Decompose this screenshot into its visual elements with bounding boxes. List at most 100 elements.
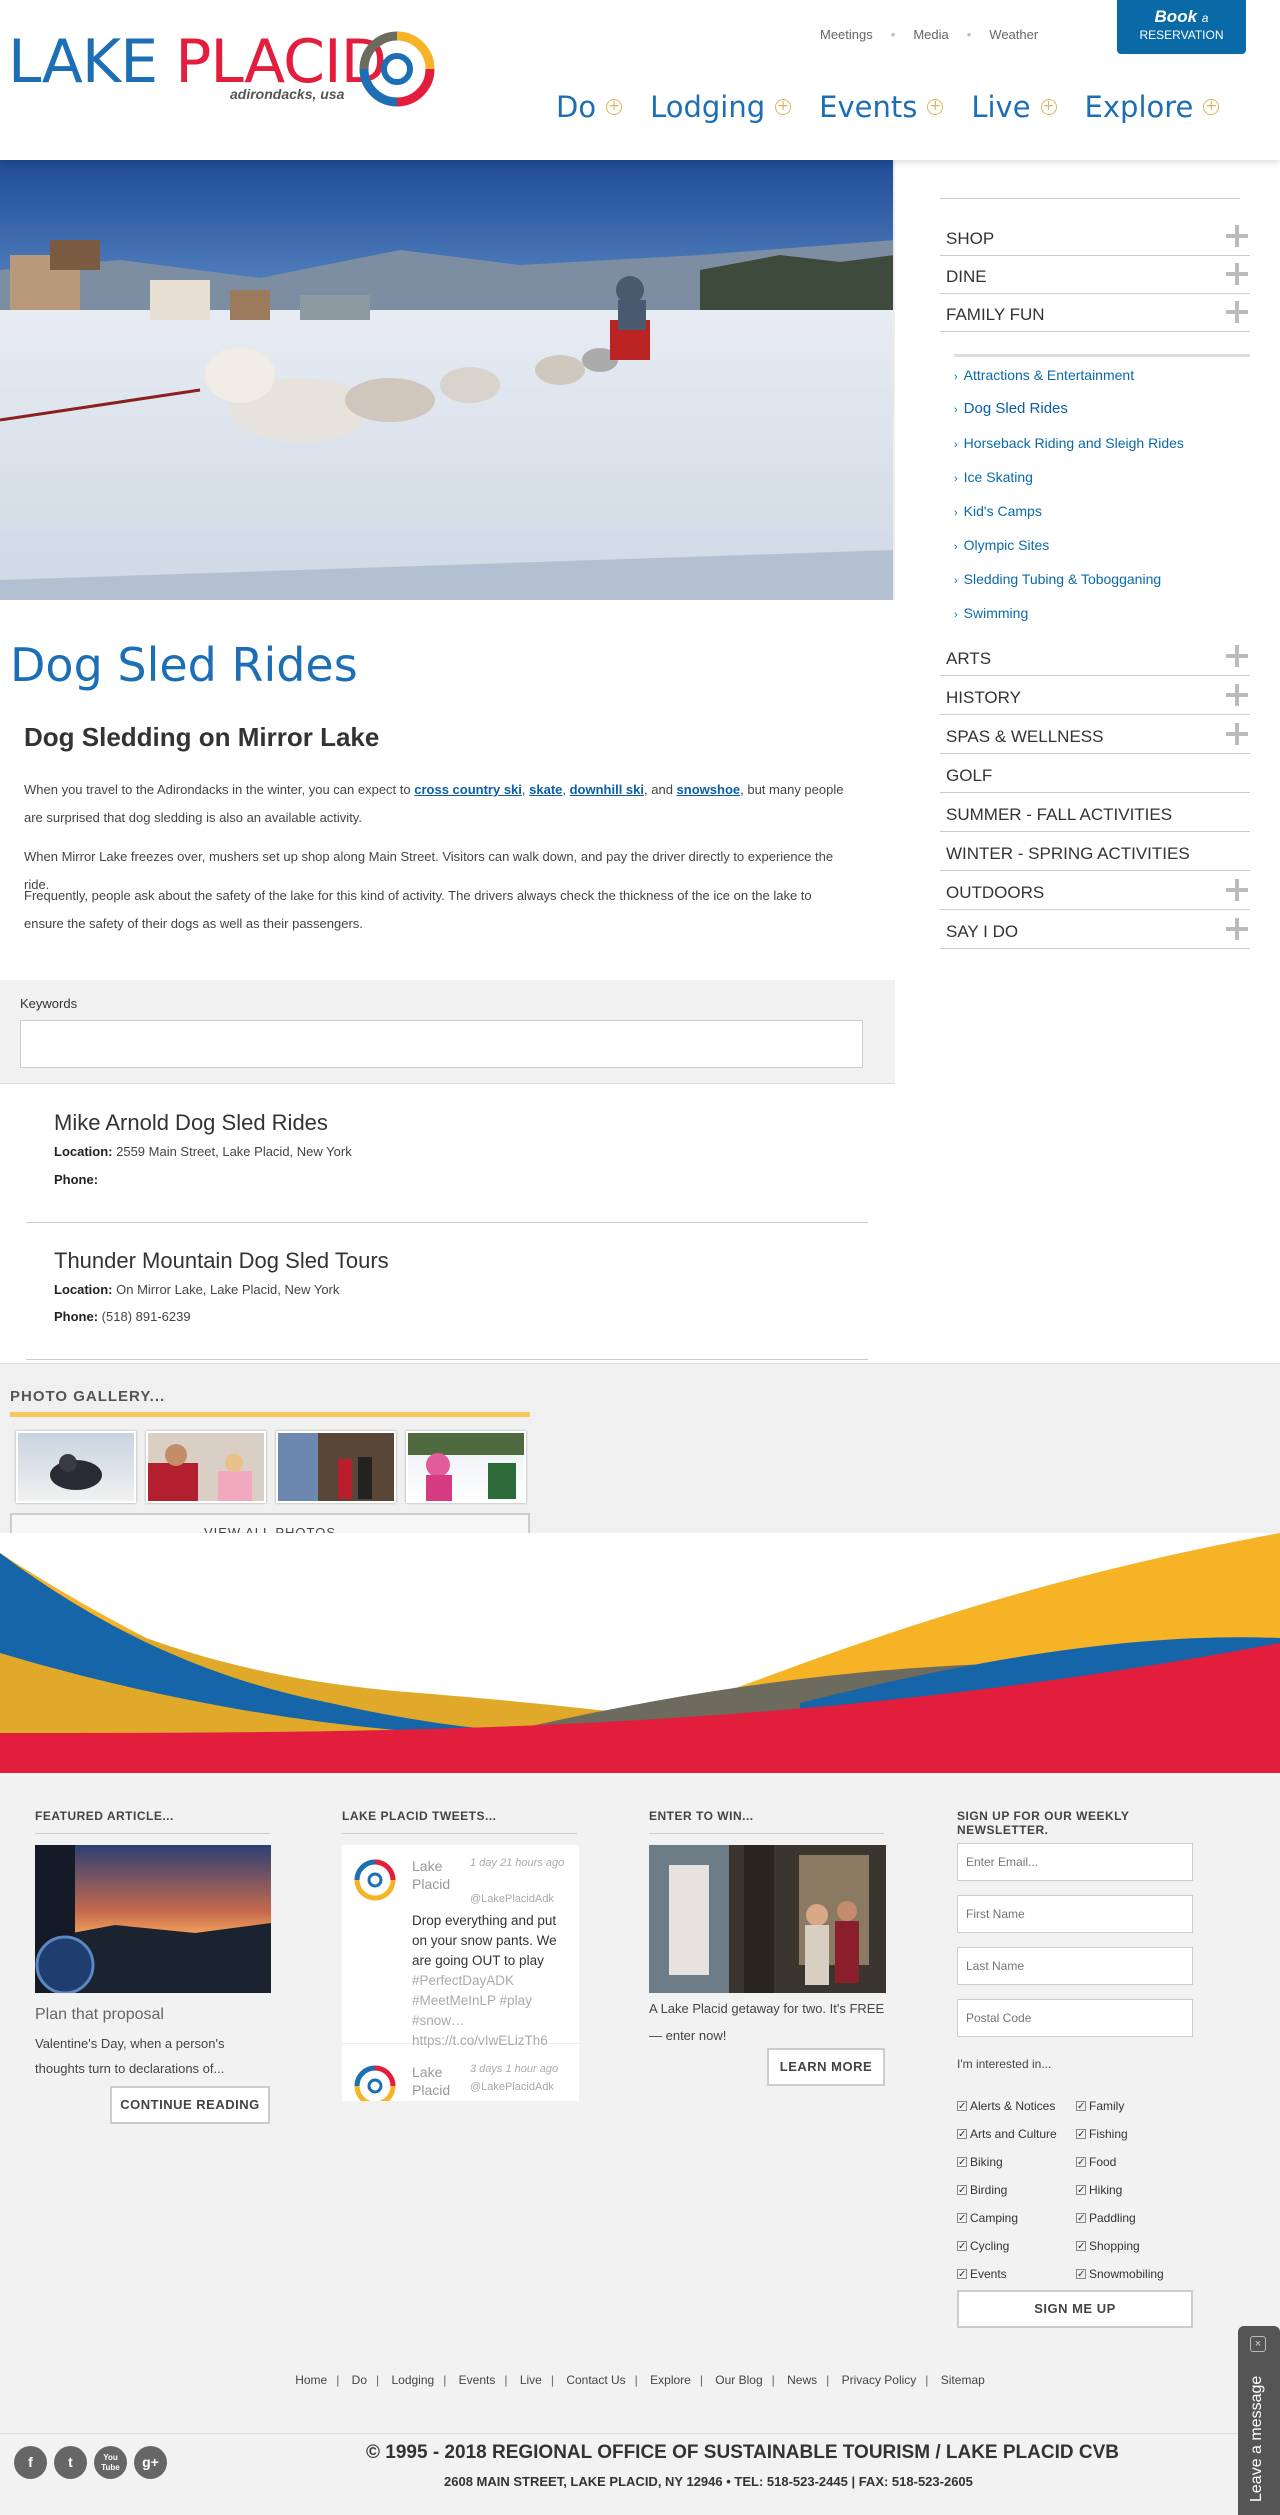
- newsletter-first-name-input[interactable]: [957, 1895, 1193, 1933]
- tweet-author[interactable]: Lake Placid: [412, 2063, 462, 2099]
- continue-reading-button[interactable]: CONTINUE READING: [110, 2086, 270, 2124]
- plus-icon[interactable]: [1226, 263, 1248, 285]
- sidebar-item-summer-fall[interactable]: SUMMER - FALL ACTIVITIES: [940, 794, 1250, 832]
- plus-icon[interactable]: [1226, 684, 1248, 706]
- keyword-input[interactable]: [20, 1020, 863, 1068]
- checkbox-icon[interactable]: ✓: [957, 2213, 967, 2224]
- checkbox-arts[interactable]: ✓ Arts and Culture: [957, 2127, 1057, 2141]
- gallery-thumb[interactable]: [276, 1431, 396, 1503]
- gallery-thumb[interactable]: [16, 1431, 136, 1503]
- plus-icon[interactable]: [1226, 225, 1248, 247]
- checkbox-hiking[interactable]: ✓ Hiking: [1076, 2183, 1122, 2197]
- submenu-dog-sled-rides[interactable]: › Dog Sled Rides: [954, 400, 1068, 417]
- link-downhill-ski[interactable]: downhill ski: [570, 782, 644, 797]
- checkbox-fishing[interactable]: ✓ Fishing: [1076, 2127, 1128, 2141]
- sidebar-item-say-i-do[interactable]: SAY I DO: [940, 911, 1250, 949]
- checkbox-icon[interactable]: ✓: [957, 2241, 967, 2252]
- featured-article-title[interactable]: Plan that proposal: [35, 2006, 164, 2024]
- checkbox-icon[interactable]: ✓: [1076, 2241, 1086, 2252]
- checkbox-icon[interactable]: ✓: [957, 2157, 967, 2168]
- submenu-olympic-sites[interactable]: › Olympic Sites: [954, 537, 1049, 553]
- checkbox-snowmobiling[interactable]: ✓ Snowmobiling: [1076, 2267, 1164, 2281]
- facebook-icon[interactable]: f: [14, 2446, 47, 2479]
- tweet-time[interactable]: 1 day 21 hours ago: [470, 1857, 564, 1869]
- footer-link-live[interactable]: Live: [520, 2373, 542, 2387]
- sign-me-up-button[interactable]: SIGN ME UP: [957, 2290, 1193, 2328]
- win-image[interactable]: [649, 1845, 886, 1993]
- utility-link-media[interactable]: Media: [913, 27, 948, 42]
- plus-icon[interactable]: [1226, 723, 1248, 745]
- link-snowshoe[interactable]: snowshoe: [677, 782, 741, 797]
- plus-icon[interactable]: [1226, 645, 1248, 667]
- plus-icon[interactable]: [1226, 301, 1248, 323]
- main-nav-live[interactable]: Live +: [971, 90, 1057, 124]
- sidebar-item-golf[interactable]: GOLF: [940, 755, 1250, 793]
- footer-link-privacy[interactable]: Privacy Policy: [842, 2373, 917, 2387]
- footer-link-news[interactable]: News: [787, 2373, 817, 2387]
- footer-link-do[interactable]: Do: [352, 2373, 367, 2387]
- footer-link-sitemap[interactable]: Sitemap: [941, 2373, 985, 2387]
- main-nav-lodging[interactable]: Lodging +: [650, 90, 792, 124]
- checkbox-icon[interactable]: ✓: [1076, 2269, 1086, 2280]
- checkbox-icon[interactable]: ✓: [1076, 2157, 1086, 2168]
- sidebar-item-dine[interactable]: DINE: [940, 256, 1250, 294]
- checkbox-food[interactable]: ✓ Food: [1076, 2155, 1116, 2169]
- featured-article-image[interactable]: [35, 1845, 271, 1993]
- submenu-sledding[interactable]: › Sledding Tubing & Tobogganing: [954, 571, 1161, 587]
- tweet-author[interactable]: Lake Placid: [412, 1857, 462, 1893]
- plus-icon[interactable]: [1226, 918, 1248, 940]
- submenu-ice-skating[interactable]: › Ice Skating: [954, 469, 1033, 485]
- checkbox-icon[interactable]: ✓: [957, 2185, 967, 2196]
- checkbox-icon[interactable]: ✓: [957, 2129, 967, 2140]
- checkbox-icon[interactable]: ✓: [1076, 2213, 1086, 2224]
- close-icon[interactable]: ×: [1250, 2336, 1266, 2352]
- sidebar-item-history[interactable]: HISTORY: [940, 677, 1250, 715]
- checkbox-paddling[interactable]: ✓ Paddling: [1076, 2211, 1136, 2225]
- footer-link-contact[interactable]: Contact Us: [566, 2373, 625, 2387]
- sidebar-item-shop[interactable]: SHOP: [940, 218, 1250, 256]
- googleplus-icon[interactable]: g+: [134, 2446, 167, 2479]
- utility-link-weather[interactable]: Weather: [989, 27, 1038, 42]
- checkbox-icon[interactable]: ✓: [1076, 2185, 1086, 2196]
- utility-link-meetings[interactable]: Meetings: [820, 27, 873, 42]
- newsletter-email-input[interactable]: [957, 1843, 1193, 1881]
- checkbox-cycling[interactable]: ✓ Cycling: [957, 2239, 1009, 2253]
- checkbox-biking[interactable]: ✓ Biking: [957, 2155, 1003, 2169]
- tweet-time[interactable]: 3 days 1 hour ago: [470, 2063, 558, 2075]
- checkbox-birding[interactable]: ✓ Birding: [957, 2183, 1007, 2197]
- checkbox-icon[interactable]: ✓: [1076, 2129, 1086, 2140]
- footer-link-blog[interactable]: Our Blog: [715, 2373, 762, 2387]
- main-nav-do[interactable]: Do +: [556, 90, 623, 124]
- tweet-feed[interactable]: Lake Placid 1 day 21 hours ago @LakePlac…: [342, 1845, 579, 2101]
- submenu-horseback[interactable]: › Horseback Riding and Sleigh Rides: [954, 435, 1184, 451]
- footer-link-lodging[interactable]: Lodging: [391, 2373, 434, 2387]
- twitter-icon[interactable]: t: [54, 2446, 87, 2479]
- checkbox-shopping[interactable]: ✓ Shopping: [1076, 2239, 1140, 2253]
- submenu-swimming[interactable]: › Swimming: [954, 605, 1028, 621]
- footer-link-explore[interactable]: Explore: [650, 2373, 691, 2387]
- submenu-kids-camps[interactable]: › Kid's Camps: [954, 503, 1042, 519]
- newsletter-postal-code-input[interactable]: [957, 1999, 1193, 2037]
- listing-name[interactable]: Mike Arnold Dog Sled Rides: [54, 1110, 328, 1136]
- gallery-thumb[interactable]: [406, 1431, 526, 1503]
- checkbox-camping[interactable]: ✓ Camping: [957, 2211, 1018, 2225]
- footer-link-events[interactable]: Events: [459, 2373, 496, 2387]
- sidebar-item-outdoors[interactable]: OUTDOORS: [940, 872, 1250, 910]
- newsletter-last-name-input[interactable]: [957, 1947, 1193, 1985]
- sidebar-item-arts[interactable]: ARTS: [940, 638, 1250, 676]
- link-cross-country-ski[interactable]: cross country ski: [414, 782, 522, 797]
- gallery-thumb[interactable]: [146, 1431, 266, 1503]
- learn-more-button[interactable]: LEARN MORE: [767, 2048, 885, 2086]
- sidebar-item-family-fun[interactable]: FAMILY FUN: [940, 294, 1250, 332]
- footer-link-home[interactable]: Home: [295, 2373, 327, 2387]
- leave-message-widget[interactable]: × Leave a message: [1238, 2326, 1280, 2515]
- main-nav-events[interactable]: Events +: [819, 90, 944, 124]
- site-logo[interactable]: LAKE PLACID adirondacks, usa: [8, 28, 435, 110]
- main-nav-explore[interactable]: Explore +: [1085, 90, 1220, 124]
- submenu-attractions[interactable]: › Attractions & Entertainment: [954, 367, 1134, 383]
- sidebar-item-spas[interactable]: SPAS & WELLNESS: [940, 716, 1250, 754]
- checkbox-icon[interactable]: ✓: [957, 2269, 967, 2280]
- checkbox-family[interactable]: ✓ Family: [1076, 2099, 1124, 2113]
- checkbox-icon[interactable]: ✓: [957, 2101, 967, 2112]
- checkbox-alerts[interactable]: ✓ Alerts & Notices: [957, 2099, 1055, 2113]
